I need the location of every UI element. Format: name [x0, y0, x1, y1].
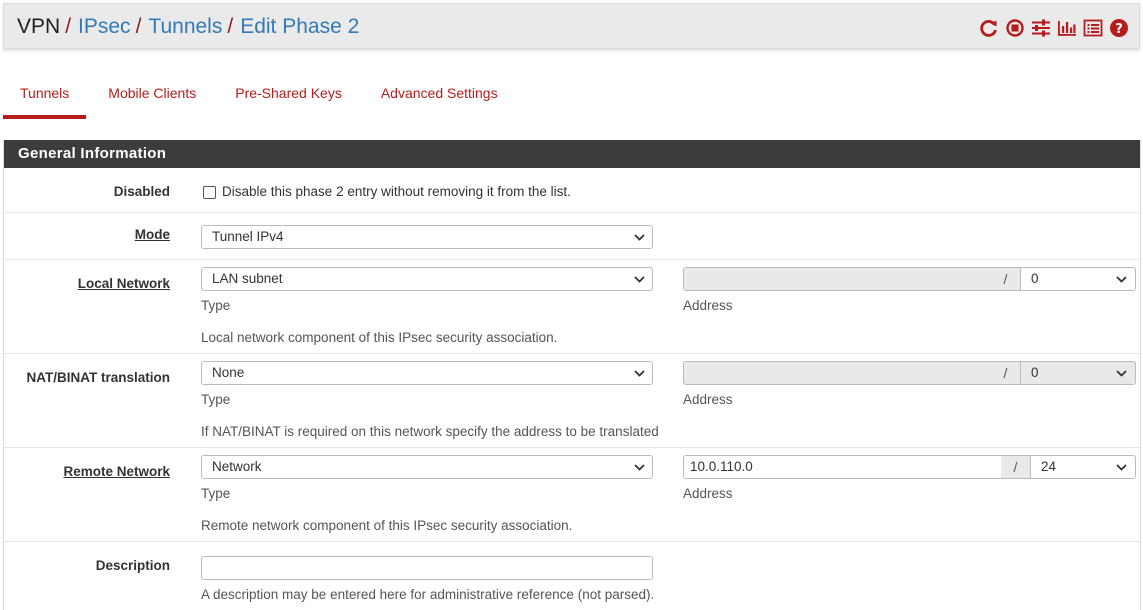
- nat-binat-mask-value: 0: [1031, 365, 1039, 380]
- local-network-type-value: LAN subnet: [212, 271, 283, 286]
- chevron-down-icon: [1116, 276, 1127, 283]
- breadcrumb-edit-phase-2[interactable]: Edit Phase 2: [240, 15, 359, 38]
- disable-phase2-text: Disable this phase 2 entry without remov…: [222, 184, 571, 199]
- nat-binat-label: NAT/BINAT translation: [26, 370, 171, 385]
- mode-row: Mode Tunnel IPv4: [4, 213, 1140, 260]
- breadcrumb-separator: /: [65, 15, 72, 38]
- breadcrumb: VPN / IPsec / Tunnels / Edit Phase 2: [17, 14, 359, 40]
- local-network-row: Local Network LAN subnet Type / 0 Addres…: [4, 260, 1140, 354]
- header-icon-bar: ?: [979, 17, 1129, 39]
- remote-network-address-caption: Address: [683, 486, 733, 501]
- local-network-address-caption: Address: [683, 298, 733, 313]
- help-icon[interactable]: ?: [1109, 18, 1129, 38]
- breadcrumb-separator: /: [227, 15, 234, 38]
- sliders-icon[interactable]: [1031, 18, 1051, 38]
- local-network-type-select[interactable]: LAN subnet: [201, 267, 653, 291]
- remote-network-type-select[interactable]: Network: [201, 455, 653, 479]
- disabled-label: Disabled: [113, 184, 170, 199]
- breadcrumb-vpn: VPN: [17, 15, 61, 38]
- page-header: VPN / IPsec / Tunnels / Edit Phase 2 ?: [3, 3, 1140, 49]
- breadcrumb-ipsec[interactable]: IPsec: [78, 15, 131, 38]
- remote-network-row: Remote Network Network Type 10.0.110.0 /…: [4, 448, 1140, 542]
- local-network-label: Local Network: [77, 276, 170, 291]
- breadcrumb-tunnels[interactable]: Tunnels: [148, 15, 222, 38]
- chevron-down-icon: [634, 234, 645, 241]
- description-input[interactable]: [201, 556, 653, 580]
- svg-text:?: ?: [1115, 22, 1123, 37]
- description-row: Description A description may be entered…: [4, 542, 1140, 610]
- local-network-address-group: / 0: [683, 267, 1136, 291]
- local-network-help: Local network component of this IPsec se…: [201, 330, 558, 345]
- nat-binat-address-group: / 0: [683, 361, 1136, 385]
- remote-network-label: Remote Network: [63, 464, 170, 479]
- local-network-mask-select[interactable]: 0: [1021, 267, 1136, 291]
- tab-advanced-settings[interactable]: Advanced Settings: [364, 78, 515, 119]
- local-network-mask-value: 0: [1031, 271, 1039, 286]
- chevron-down-icon: [634, 464, 645, 471]
- chevron-down-icon: [634, 276, 645, 283]
- remote-network-address-input[interactable]: 10.0.110.0: [683, 455, 1002, 479]
- remote-network-type-caption: Type: [201, 486, 231, 501]
- tab-tunnels[interactable]: Tunnels: [3, 78, 87, 119]
- general-information-panel: General Information Disabled Disable thi…: [3, 140, 1141, 610]
- remote-network-help: Remote network component of this IPsec s…: [201, 518, 573, 533]
- nat-binat-mask-select[interactable]: 0: [1021, 361, 1136, 385]
- bar-chart-icon[interactable]: [1057, 18, 1077, 38]
- nat-binat-type-value: None: [212, 365, 245, 380]
- address-slash: /: [991, 267, 1021, 291]
- nat-binat-row: NAT/BINAT translation None Type / 0 Addr…: [4, 354, 1140, 448]
- chevron-down-icon: [1116, 464, 1127, 471]
- address-slash: /: [1001, 455, 1031, 479]
- mode-label: Mode: [134, 227, 170, 242]
- disable-phase2-checkbox[interactable]: [203, 186, 216, 199]
- address-slash: /: [991, 361, 1021, 385]
- mode-select[interactable]: Tunnel IPv4: [201, 225, 653, 249]
- breadcrumb-separator: /: [135, 15, 142, 38]
- disabled-row: Disabled Disable this phase 2 entry with…: [4, 168, 1140, 213]
- nat-binat-address-caption: Address: [683, 392, 733, 407]
- stop-icon[interactable]: [1005, 18, 1025, 38]
- tab-bar: Tunnels Mobile Clients Pre-Shared Keys A…: [3, 78, 515, 120]
- remote-network-mask-value: 24: [1041, 459, 1057, 474]
- nat-binat-type-caption: Type: [201, 392, 231, 407]
- local-network-type-caption: Type: [201, 298, 231, 313]
- list-icon[interactable]: [1083, 18, 1103, 38]
- description-label: Description: [95, 558, 170, 573]
- mode-select-value: Tunnel IPv4: [212, 229, 284, 244]
- tab-pre-shared-keys[interactable]: Pre-Shared Keys: [218, 78, 359, 119]
- remote-network-mask-select[interactable]: 24: [1031, 455, 1136, 479]
- description-help: A description may be entered here for ad…: [201, 587, 655, 602]
- chevron-down-icon: [634, 370, 645, 377]
- local-network-address-input[interactable]: [683, 267, 992, 291]
- remote-network-address-group: 10.0.110.0 / 24: [683, 455, 1136, 479]
- nat-binat-help: If NAT/BINAT is required on this network…: [201, 424, 659, 439]
- chevron-down-icon: [1116, 370, 1127, 377]
- nat-binat-type-select[interactable]: None: [201, 361, 653, 385]
- reload-icon[interactable]: [979, 18, 999, 38]
- tab-mobile-clients[interactable]: Mobile Clients: [91, 78, 213, 119]
- panel-title: General Information: [4, 140, 1140, 168]
- nat-binat-address-input[interactable]: [683, 361, 992, 385]
- remote-network-type-value: Network: [212, 459, 262, 474]
